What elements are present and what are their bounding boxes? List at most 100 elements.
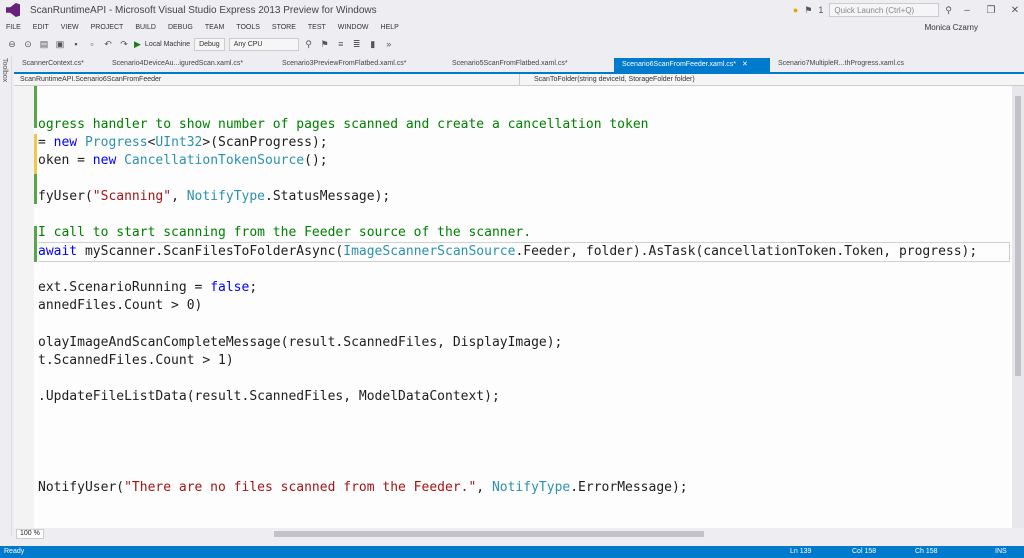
notification-flag-icon[interactable]: ⚑ bbox=[804, 5, 812, 16]
insert-mode: INS bbox=[995, 548, 1007, 555]
menu-window[interactable]: WINDOW bbox=[332, 24, 375, 31]
code-token: ext.ScenarioRunning = bbox=[38, 280, 211, 295]
notification-count[interactable]: 1 bbox=[818, 5, 823, 15]
code-token: , bbox=[476, 480, 492, 495]
code-line[interactable]: fyUser("Scanning", NotifyType.StatusMess… bbox=[38, 188, 390, 206]
code-token: fyUser( bbox=[38, 189, 93, 204]
code-token: = bbox=[38, 135, 54, 150]
menu-store[interactable]: STORE bbox=[266, 24, 302, 31]
type-name: Progress bbox=[84, 135, 148, 150]
toolbox-sidetab[interactable]: Toolbox bbox=[0, 56, 12, 536]
menu-bar: FILE EDIT VIEW PROJECT BUILD DEBUG TEAM … bbox=[0, 20, 1024, 34]
member-dropdown[interactable]: ScanToFolder(string deviceId, StorageFol… bbox=[520, 74, 695, 85]
editor-margin bbox=[14, 86, 34, 528]
code-line[interactable]: = new Progress<UInt32>(ScanProgress); bbox=[38, 134, 328, 152]
tab-scanner-context[interactable]: ScannerContext.cs* bbox=[14, 58, 104, 72]
menu-build[interactable]: BUILD bbox=[129, 24, 162, 31]
code-line[interactable]: ext.ScenarioRunning = false; bbox=[38, 279, 257, 297]
code-token: ; bbox=[249, 280, 258, 295]
code-token: NotifyUser( bbox=[38, 480, 125, 495]
keyword: false bbox=[210, 280, 250, 295]
save-icon[interactable]: ▪ bbox=[70, 38, 82, 50]
menu-tools[interactable]: TOOLS bbox=[230, 24, 266, 31]
code-line[interactable]: .UpdateFileListData(result.ScannedFiles,… bbox=[38, 388, 500, 406]
code-line[interactable]: I call to start scanning from the Feeder… bbox=[38, 224, 531, 242]
change-indicator bbox=[34, 226, 37, 262]
code-line[interactable]: ogress handler to show number of pages s… bbox=[38, 116, 648, 134]
save-all-icon[interactable]: ▫ bbox=[86, 38, 98, 50]
menu-team[interactable]: TEAM bbox=[199, 24, 230, 31]
toolbox-label[interactable]: Toolbox bbox=[1, 58, 8, 82]
comment: ogress handler to show number of pages s… bbox=[38, 117, 649, 132]
code-line[interactable]: annedFiles.Count > 0) bbox=[38, 297, 202, 315]
tab-scenario7[interactable]: Scenario7MultipleR...thProgress.xaml.cs bbox=[770, 58, 920, 72]
status-bar: Ready Ln 139 Col 158 Ch 158 INS bbox=[0, 546, 1024, 558]
string-literal: "Scanning" bbox=[92, 189, 172, 204]
document-tabs: ScannerContext.cs* Scenario4DeviceAu...i… bbox=[14, 58, 1024, 72]
find-icon[interactable]: ⚲ bbox=[303, 38, 315, 50]
code-line[interactable]: olayImageAndScanCompleteMessage(result.S… bbox=[38, 334, 562, 352]
run-target[interactable]: Local Machine bbox=[145, 41, 190, 48]
menu-edit[interactable]: EDIT bbox=[27, 24, 55, 31]
code-line[interactable]: await myScanner.ScanFilesToFolderAsync(I… bbox=[38, 243, 977, 261]
char-number: Ch 158 bbox=[915, 548, 938, 555]
undo-icon[interactable]: ↶ bbox=[102, 38, 114, 50]
redo-icon[interactable]: ↷ bbox=[118, 38, 130, 50]
start-debugging-icon[interactable]: ▶ bbox=[134, 39, 141, 50]
class-dropdown[interactable]: ScanRuntimeAPI.Scenario6ScanFromFeeder bbox=[14, 74, 520, 85]
code-line[interactable]: t.ScannedFiles.Count > 1) bbox=[38, 352, 234, 370]
back-icon[interactable]: ⊖ bbox=[6, 38, 18, 50]
next-bookmark-icon[interactable]: » bbox=[383, 38, 395, 50]
horizontal-scroll-thumb[interactable] bbox=[274, 531, 704, 537]
close-window-button[interactable]: ✕ bbox=[1006, 5, 1024, 16]
new-project-icon[interactable]: ▤ bbox=[38, 38, 50, 50]
menu-file[interactable]: FILE bbox=[0, 24, 27, 31]
code-token: .ErrorMessage); bbox=[570, 480, 688, 495]
tab-scenario5[interactable]: Scenario5ScanFromFlatbed.xaml.cs* bbox=[444, 58, 614, 72]
lightbulb-icon[interactable]: ● bbox=[793, 5, 798, 15]
code-line[interactable]: oken = new CancellationTokenSource(); bbox=[38, 152, 328, 170]
quick-launch-input[interactable]: Quick Launch (Ctrl+Q) bbox=[829, 3, 940, 17]
code-token: oken = bbox=[38, 153, 93, 168]
bookmark-icon[interactable]: ⚑ bbox=[319, 38, 331, 50]
line-number: Ln 139 bbox=[790, 548, 812, 555]
forward-icon[interactable]: ⊙ bbox=[22, 38, 34, 50]
search-icon[interactable]: ⚲ bbox=[945, 5, 952, 16]
type-name: NotifyType bbox=[186, 189, 266, 204]
code-token: , bbox=[171, 189, 187, 204]
menu-test[interactable]: TEST bbox=[302, 24, 332, 31]
code-text[interactable]: ogress handler to show number of pages s… bbox=[38, 86, 977, 495]
close-tab-icon[interactable]: ✕ bbox=[742, 61, 748, 68]
vertical-scrollbar[interactable] bbox=[1012, 86, 1024, 528]
menu-project[interactable]: PROJECT bbox=[85, 24, 130, 31]
type-name: UInt32 bbox=[155, 135, 203, 150]
navigation-bar: ScanRuntimeAPI.Scenario6ScanFromFeeder S… bbox=[14, 74, 1024, 86]
menu-debug[interactable]: DEBUG bbox=[162, 24, 199, 31]
tab-scenario4[interactable]: Scenario4DeviceAu...iguredScan.xaml.cs* bbox=[104, 58, 274, 72]
toggle-bookmark-icon[interactable]: ▮ bbox=[367, 38, 379, 50]
minimize-button[interactable]: – bbox=[958, 5, 976, 16]
platform-dropdown[interactable]: Any CPU bbox=[228, 37, 299, 51]
code-line[interactable]: NotifyUser("There are no files scanned f… bbox=[38, 479, 688, 497]
code-token: myScanner.ScanFilesToFolderAsync( bbox=[77, 244, 344, 259]
string-literal: "There are no files scanned from the Fee… bbox=[124, 480, 477, 495]
tab-scenario3[interactable]: Scenario3PreviewFromFlatbed.xaml.cs* bbox=[274, 58, 444, 72]
uncomment-icon[interactable]: ≣ bbox=[351, 38, 363, 50]
tab-scenario6-active[interactable]: Scenario6ScanFromFeeder.xaml.cs* ✕ bbox=[614, 58, 770, 72]
zoom-dropdown[interactable]: 100 % bbox=[16, 529, 44, 539]
menu-view[interactable]: VIEW bbox=[55, 24, 85, 31]
maximize-button[interactable]: ❐ bbox=[982, 5, 1000, 16]
code-editor[interactable]: ogress handler to show number of pages s… bbox=[14, 86, 1012, 528]
user-name[interactable]: Monica Czarny bbox=[919, 23, 984, 32]
open-file-icon[interactable]: ▣ bbox=[54, 38, 66, 50]
configuration-dropdown[interactable]: Debug bbox=[194, 37, 225, 51]
keyword: await bbox=[38, 244, 78, 259]
comment-icon[interactable]: ≡ bbox=[335, 38, 347, 50]
vertical-scroll-thumb[interactable] bbox=[1015, 96, 1021, 376]
tab-label[interactable]: Scenario6ScanFromFeeder.xaml.cs* bbox=[622, 61, 736, 68]
horizontal-scrollbar[interactable]: 100 % bbox=[14, 528, 1024, 540]
code-token: annedFiles.Count > 0) bbox=[38, 298, 203, 313]
code-token: >(ScanProgress); bbox=[202, 135, 328, 150]
menu-help[interactable]: HELP bbox=[375, 24, 405, 31]
